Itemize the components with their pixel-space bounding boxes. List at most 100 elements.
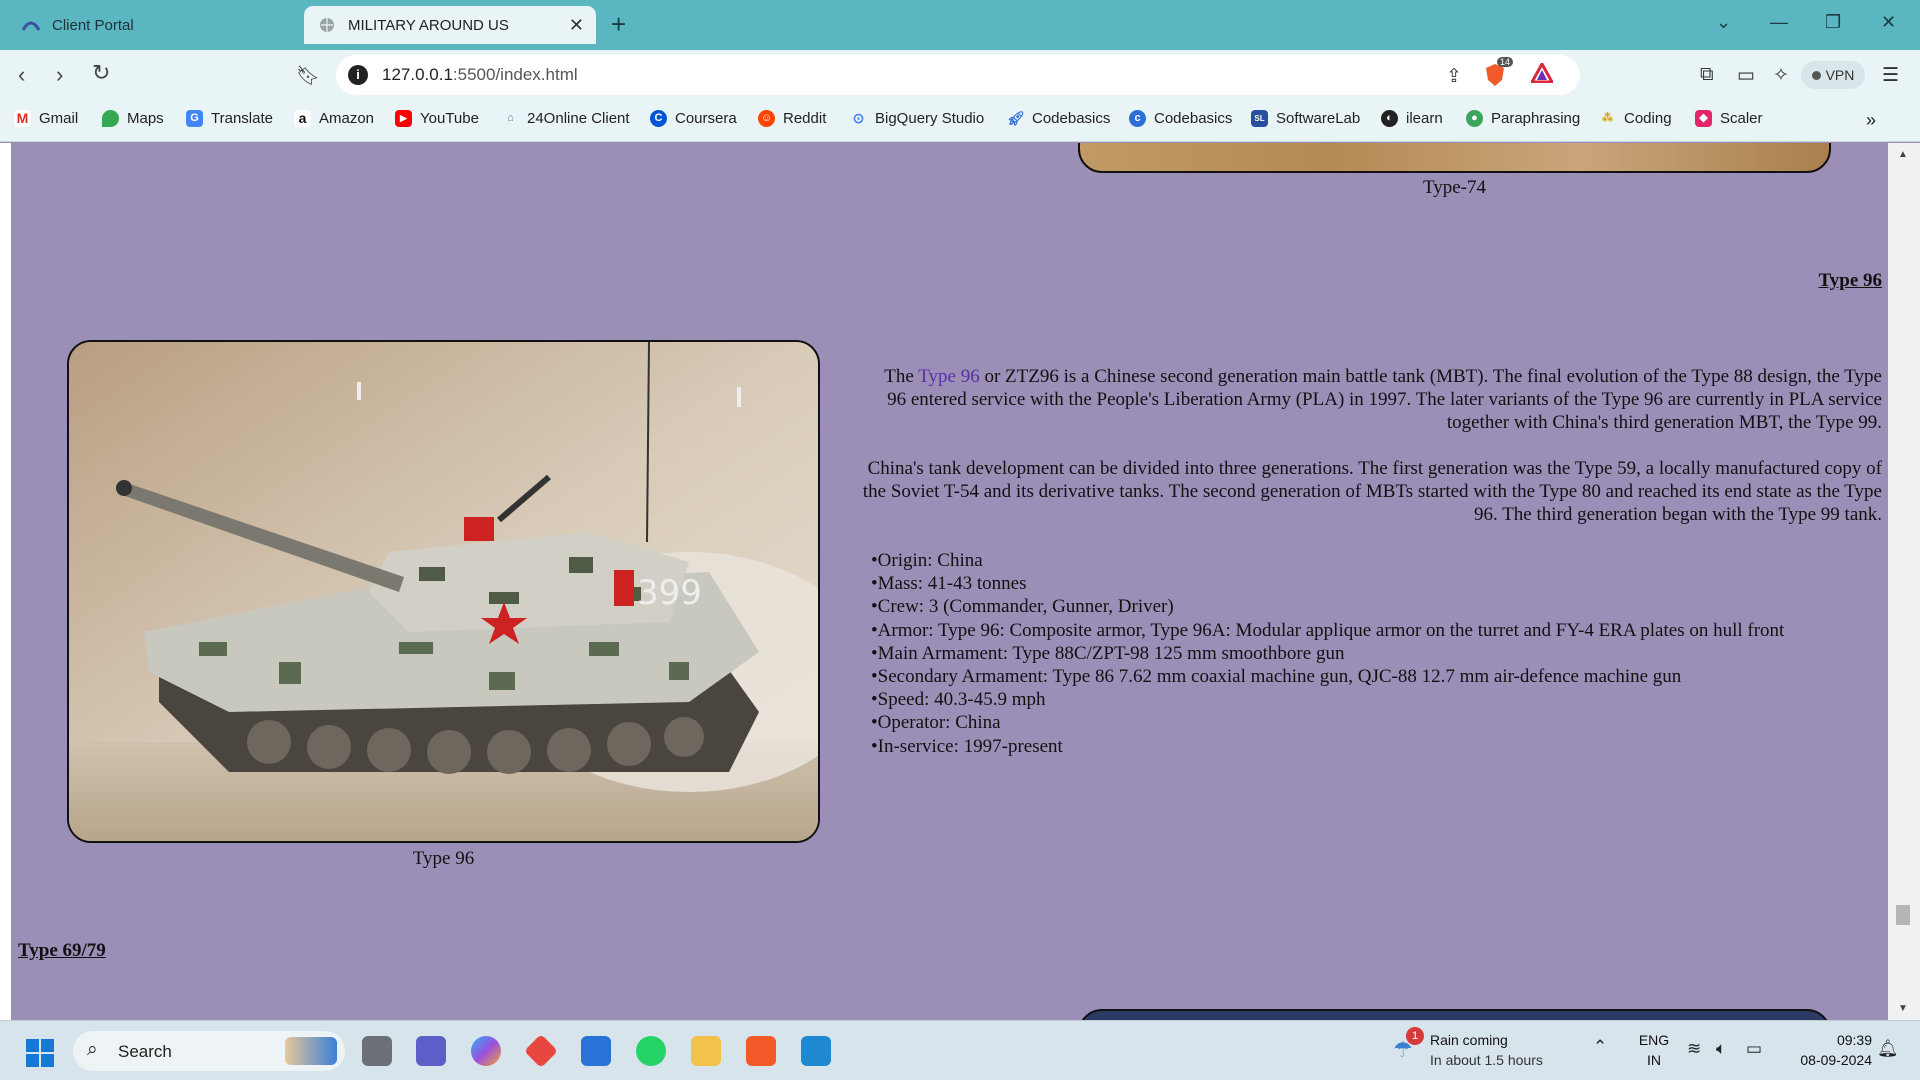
language-indicator[interactable]: ENG xyxy=(1637,1032,1671,1048)
reload-icon[interactable]: ↻ xyxy=(92,60,110,86)
store-icon[interactable] xyxy=(581,1036,611,1066)
24online-icon: ⌂ xyxy=(507,112,514,124)
search-highlight-icon xyxy=(285,1037,337,1065)
bookmark-softwarelab[interactable]: SL SoftwareLab xyxy=(1251,110,1360,127)
more-bookmarks-icon[interactable]: » xyxy=(1866,110,1876,131)
show-hidden-icons-icon[interactable]: ⌃ xyxy=(1593,1037,1607,1057)
scroll-down-icon[interactable]: ▼ xyxy=(1898,1003,1908,1014)
bookmarks-bar: M Gmail Maps G Translate a Amazon ▶ YouTube … xyxy=(0,100,1920,142)
minimize-icon[interactable]: — xyxy=(1770,12,1788,33)
coding-icon: ⁂ xyxy=(1602,112,1613,124)
rocket-icon: 🚀︎ xyxy=(1007,110,1025,126)
type74-caption: Type-74 xyxy=(1422,177,1487,198)
page-body: Type-74 Type 96 399 Type 96 The Type 96 … xyxy=(11,143,1888,1020)
windows-start-icon[interactable] xyxy=(26,1039,54,1067)
scroll-up-icon[interactable]: ▲ xyxy=(1898,149,1908,160)
vpn-button[interactable]: VPN xyxy=(1801,61,1865,89)
type96-caption: Type 96 xyxy=(412,848,475,869)
windows-taskbar: ⌕ Search ☂ 1 Rain coming In about 1.5 ho… xyxy=(0,1020,1920,1080)
bookmark-youtube[interactable]: ▶ YouTube xyxy=(395,110,479,127)
bookmark-amazon[interactable]: a Amazon xyxy=(294,110,374,127)
page-scrollbar[interactable]: ▲ ▼ xyxy=(1888,143,1920,1020)
notification-bell-icon[interactable]: 🔔︎ xyxy=(1877,1039,1899,1059)
weather-badge: 1 xyxy=(1406,1027,1424,1045)
reddit-icon: ☺ xyxy=(758,110,775,127)
paraphrasing-icon: ● xyxy=(1466,110,1483,127)
task-view-icon[interactable] xyxy=(362,1036,392,1066)
bookmark-paraphrasing[interactable]: ● Paraphrasing xyxy=(1466,110,1580,127)
type96-spec-list: Origin: China Mass: 41-43 tonnes Crew: 3… xyxy=(871,549,1785,758)
bookmark-page-icon[interactable]: 🔖︎ xyxy=(296,64,320,88)
back-icon[interactable]: ‹ xyxy=(18,62,25,88)
codebasics-icon: c xyxy=(1129,110,1146,127)
restore-icon[interactable]: ❐ xyxy=(1825,12,1841,33)
tab-military-around-us[interactable]: MILITARY AROUND US ✕ xyxy=(304,6,596,44)
tab-label: MILITARY AROUND US xyxy=(348,16,509,34)
scroll-thumb[interactable] xyxy=(1896,905,1910,925)
site-info-icon[interactable]: i xyxy=(348,65,368,85)
bigquery-icon: ⊙ xyxy=(852,110,865,126)
youtube-icon: ▶ xyxy=(395,110,412,127)
leo-ai-icon[interactable]: ✧ xyxy=(1773,64,1789,87)
close-tab-icon[interactable]: ✕ xyxy=(569,15,584,36)
bookmark-ilearn[interactable]: ◐ ilearn xyxy=(1381,110,1443,127)
type74-image xyxy=(1078,143,1831,173)
battery-icon[interactable]: ▭ xyxy=(1746,1039,1762,1059)
volume-icon[interactable]: 🔈︎ xyxy=(1716,1039,1726,1059)
bookmark-coursera[interactable]: C Coursera xyxy=(650,110,737,127)
file-explorer-icon[interactable] xyxy=(691,1036,721,1066)
scaler-icon: ◆ xyxy=(1695,110,1712,127)
extensions-icon[interactable]: ⧉ xyxy=(1700,64,1714,86)
search-icon: ⌕ xyxy=(87,1039,98,1060)
spec-item: Crew: 3 (Commander, Gunner, Driver) xyxy=(871,595,1784,618)
shields-count-badge: 14 xyxy=(1497,57,1514,67)
client-portal-favicon-icon xyxy=(22,16,40,34)
bookmark-bigquery[interactable]: ⊙ BigQuery Studio xyxy=(850,110,985,127)
bookmark-translate[interactable]: G Translate xyxy=(186,110,273,127)
type6979-image xyxy=(1078,1009,1831,1020)
bookmark-maps[interactable]: Maps xyxy=(102,110,164,127)
bookmark-24online[interactable]: ⌂ 24Online Client xyxy=(502,110,629,127)
page-viewport[interactable]: Type-74 Type 96 399 Type 96 The Type 96 … xyxy=(0,143,1888,1020)
bookmark-coding[interactable]: ⁂ Coding xyxy=(1599,110,1672,127)
type6979-heading[interactable]: Type 69/79 xyxy=(18,940,106,962)
whatsapp-icon[interactable] xyxy=(636,1036,666,1066)
bookmark-codebasics-2[interactable]: c Codebasics xyxy=(1129,110,1232,127)
spec-item: Main Armament: Type 88C/ZPT-98 125 mm sm… xyxy=(871,642,1784,665)
amazon-icon: a xyxy=(294,110,311,127)
weather-title[interactable]: Rain coming xyxy=(1430,1032,1508,1048)
weather-subtitle: In about 1.5 hours xyxy=(1430,1052,1543,1068)
vscode-icon[interactable] xyxy=(801,1036,831,1066)
bookmark-gmail[interactable]: M Gmail xyxy=(14,110,78,127)
bookmark-reddit[interactable]: ☺ Reddit xyxy=(758,110,826,127)
spec-item: Origin: China xyxy=(871,549,1784,572)
address-bar[interactable]: i 127.0.0.1:5500/index.html ⇪ 14 xyxy=(336,55,1580,95)
forward-icon[interactable]: › xyxy=(56,62,63,88)
tab-label: Client Portal xyxy=(52,16,134,34)
teams-icon[interactable] xyxy=(416,1036,446,1066)
taskbar-search[interactable]: ⌕ Search xyxy=(73,1031,345,1071)
type96-link[interactable]: Type 96 xyxy=(918,366,979,387)
share-icon[interactable]: ⇪ xyxy=(1446,65,1462,88)
copilot-icon[interactable] xyxy=(471,1036,501,1066)
brave-browser-icon[interactable] xyxy=(746,1036,776,1066)
clock-time[interactable]: 09:39 xyxy=(1782,1032,1872,1048)
address-url: 127.0.0.1:5500/index.html xyxy=(382,65,578,84)
gmail-icon: M xyxy=(14,110,31,127)
close-window-icon[interactable]: ✕ xyxy=(1881,12,1896,33)
bookmark-scaler[interactable]: ◆ Scaler xyxy=(1695,110,1763,127)
git-icon[interactable] xyxy=(524,1034,558,1068)
brave-shields-icon[interactable]: 14 xyxy=(1484,57,1514,93)
spec-item: Secondary Armament: Type 86 7.62 mm coax… xyxy=(871,665,1784,688)
bookmark-codebasics-1[interactable]: 🚀︎ Codebasics xyxy=(1007,110,1110,127)
wallet-icon[interactable]: ▭ xyxy=(1737,64,1755,87)
turret-number-label: 399 xyxy=(637,573,702,613)
type96-heading[interactable]: Type 96 xyxy=(1818,270,1882,292)
tab-client-portal[interactable]: Client Portal xyxy=(10,6,300,44)
browser-toolbar: ‹ › ↻ 🔖︎ i 127.0.0.1:5500/index.html ⇪ 1… xyxy=(0,50,1920,100)
menu-icon[interactable]: ☰ xyxy=(1882,64,1899,87)
new-tab-icon[interactable]: + xyxy=(611,9,626,39)
brave-rewards-icon[interactable] xyxy=(1529,60,1555,89)
wifi-icon[interactable]: ≋ xyxy=(1687,1039,1701,1059)
tab-search-chevron-icon[interactable]: ⌄ xyxy=(1716,12,1731,33)
